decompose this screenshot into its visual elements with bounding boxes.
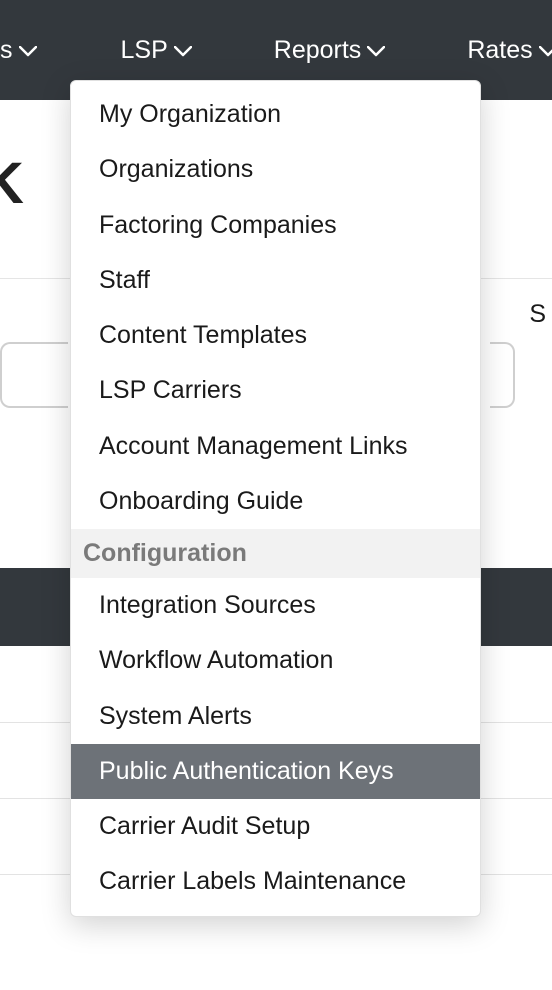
nav-item-label: LSP	[121, 36, 168, 65]
nav-item-label: Reports	[274, 36, 362, 65]
search-label-fragment: S	[529, 300, 546, 329]
dropdown-item-organizations[interactable]: Organizations	[71, 142, 480, 197]
page-title: K	[0, 150, 24, 217]
lsp-dropdown: My Organization Organizations Factoring …	[70, 80, 481, 917]
dropdown-item-my-organization[interactable]: My Organization	[71, 87, 480, 142]
dropdown-item-lsp-carriers[interactable]: LSP Carriers	[71, 363, 480, 418]
chevron-down-icon	[19, 36, 37, 65]
dropdown-item-factoring-companies[interactable]: Factoring Companies	[71, 198, 480, 253]
dropdown-item-carrier-audit-setup[interactable]: Carrier Audit Setup	[71, 799, 480, 854]
chevron-down-icon	[367, 36, 385, 65]
nav-item-label: Rates	[467, 36, 532, 65]
dropdown-item-integration-sources[interactable]: Integration Sources	[71, 578, 480, 633]
input-fragment-left[interactable]	[0, 342, 68, 408]
dropdown-item-workflow-automation[interactable]: Workflow Automation	[71, 633, 480, 688]
chevron-down-icon	[539, 36, 552, 65]
input-fragment-right[interactable]	[490, 342, 515, 408]
dropdown-item-public-authentication-keys[interactable]: Public Authentication Keys	[71, 744, 480, 799]
dropdown-item-staff[interactable]: Staff	[71, 253, 480, 308]
dropdown-item-content-templates[interactable]: Content Templates	[71, 308, 480, 363]
nav-item-label: s	[0, 36, 13, 65]
nav-item-partial[interactable]: s	[0, 0, 59, 100]
dropdown-section-configuration: Configuration	[71, 529, 480, 578]
dropdown-item-account-management-links[interactable]: Account Management Links	[71, 419, 480, 474]
dropdown-item-carrier-labels-maintenance[interactable]: Carrier Labels Maintenance	[71, 854, 480, 909]
chevron-down-icon	[174, 36, 192, 65]
dropdown-item-system-alerts[interactable]: System Alerts	[71, 689, 480, 744]
dropdown-item-onboarding-guide[interactable]: Onboarding Guide	[71, 474, 480, 529]
